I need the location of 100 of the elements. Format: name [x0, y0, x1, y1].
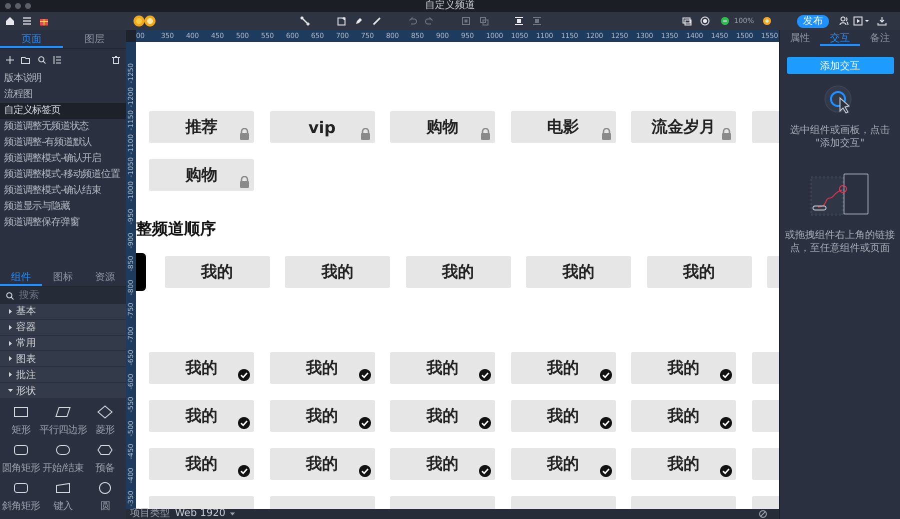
page-item[interactable]: 自定义标签页	[0, 102, 126, 119]
project-type-select[interactable]: Web 1920	[175, 509, 226, 519]
redo-icon[interactable]	[424, 16, 434, 26]
input-shape-icon[interactable]	[55, 480, 71, 495]
sort-icon[interactable]	[53, 56, 61, 64]
zoom-out-icon[interactable]	[721, 17, 729, 25]
category-item[interactable]: 基本	[16, 304, 36, 318]
connector-icon[interactable]	[300, 16, 310, 26]
add-icon[interactable]	[6, 56, 14, 64]
channel-chip[interactable]: 流金岁月	[631, 111, 736, 143]
channel-chip[interactable]: 我的	[390, 400, 495, 432]
pencil-icon[interactable]	[372, 16, 382, 26]
download-icon[interactable]	[877, 16, 888, 26]
gift-icon[interactable]	[39, 16, 49, 26]
channel-chip[interactable]: 我的	[631, 352, 736, 384]
channel-chip[interactable]: 我的	[149, 352, 254, 384]
people-icon[interactable]	[839, 16, 850, 26]
channel-chip[interactable]: 我的	[149, 400, 254, 432]
channel-chip[interactable]: 我的	[510, 352, 616, 384]
group-icon[interactable]	[461, 16, 471, 26]
channel-chip[interactable]: 我的	[285, 256, 390, 288]
channel-chip[interactable]: vip	[270, 111, 374, 143]
channel-chip[interactable]: 我的	[406, 256, 510, 288]
channel-chip[interactable]: 我的	[526, 256, 631, 288]
caret-icon[interactable]	[8, 324, 13, 330]
page-item[interactable]: 频道调整保存弹窗	[0, 214, 126, 231]
channel-chip[interactable]: 我的	[270, 400, 374, 432]
align-top-icon[interactable]	[514, 16, 524, 26]
page-item[interactable]: 版本说明	[0, 70, 126, 87]
undo-icon[interactable]	[408, 16, 418, 26]
channel-chip[interactable]: 我的	[390, 352, 495, 384]
caret-icon[interactable]	[8, 340, 13, 346]
channel-chip[interactable]: 购物	[149, 159, 254, 191]
rounded-rectangle-icon[interactable]	[13, 442, 29, 457]
target-icon[interactable]	[700, 16, 710, 26]
channel-chip[interactable]: 我的	[510, 448, 616, 480]
lock-icon	[360, 128, 370, 140]
page-item[interactable]: 频道调整模式-移动频道位置	[0, 166, 126, 183]
channel-chip[interactable]: 电影	[510, 111, 616, 143]
panel-tab[interactable]: 资源	[84, 268, 126, 286]
channel-chip[interactable]: 我的	[164, 256, 270, 288]
channel-chip[interactable]: 我的	[270, 352, 374, 384]
panel-tab[interactable]: 交互	[820, 30, 860, 46]
panel-tab[interactable]: 属性	[780, 30, 820, 46]
page-item[interactable]: 频道显示与隐藏	[0, 198, 126, 215]
caret-icon[interactable]	[865, 19, 870, 23]
caret-icon[interactable]	[8, 356, 13, 362]
channel-chip[interactable]: 我的	[631, 400, 736, 432]
avatar-icon[interactable]	[144, 15, 156, 27]
page-item[interactable]: 频道调整-有频道默认	[0, 134, 126, 151]
channel-chip[interactable]: 我的	[270, 448, 374, 480]
category-item[interactable]: 常用	[16, 336, 36, 350]
page-item[interactable]: 流程图	[0, 86, 126, 103]
align-bottom-icon[interactable]	[532, 16, 542, 26]
avatar-icon[interactable]	[133, 15, 145, 27]
pen-icon[interactable]	[354, 16, 364, 26]
pill-icon[interactable]	[55, 442, 71, 457]
ungroup-icon[interactable]	[479, 16, 489, 26]
add-page-icon[interactable]	[337, 16, 347, 26]
channel-chip[interactable]: 我的	[510, 400, 616, 432]
category-item[interactable]: 图表	[16, 352, 36, 366]
panel-tab[interactable]: 页面	[0, 30, 63, 48]
panel-tab[interactable]: 图层	[63, 30, 126, 48]
caret-icon[interactable]	[8, 388, 13, 394]
chip-label: 我的	[668, 406, 700, 426]
page-item[interactable]: 频道调整模式-确认开启	[0, 150, 126, 167]
trash-icon[interactable]	[112, 56, 120, 64]
panel-tab[interactable]: 备注	[860, 30, 900, 46]
channel-chip[interactable]: 购物	[390, 111, 495, 143]
channel-chip[interactable]: 我的	[149, 448, 254, 480]
category-item[interactable]: 批注	[16, 368, 36, 382]
page-item[interactable]: 频道调整无频道状态	[0, 118, 126, 135]
search-box[interactable]: 搜索	[0, 287, 126, 304]
category-item[interactable]: 容器	[16, 320, 36, 334]
rectangle-icon[interactable]	[13, 404, 29, 419]
panel-tab[interactable]: 组件	[0, 268, 42, 286]
home-icon[interactable]	[5, 16, 15, 26]
channel-chip[interactable]: 我的	[646, 256, 752, 288]
parallelogram-icon[interactable]	[55, 404, 71, 419]
screen-icon[interactable]	[682, 16, 692, 26]
add-folder-icon[interactable]	[21, 56, 31, 64]
caret-icon[interactable]	[230, 512, 236, 516]
circle-icon[interactable]	[97, 480, 113, 495]
caret-icon[interactable]	[8, 372, 13, 378]
page-item[interactable]: 频道调整模式-确认结束	[0, 182, 126, 199]
play-icon[interactable]	[853, 16, 864, 26]
panel-tab[interactable]: 图标	[42, 268, 84, 286]
no-entry-icon[interactable]	[759, 510, 767, 518]
channel-chip[interactable]: 我的	[631, 448, 736, 480]
hexagon-icon[interactable]	[97, 442, 113, 457]
search-icon[interactable]	[38, 56, 46, 64]
search-field[interactable]: 搜索	[19, 290, 120, 302]
category-item[interactable]: 形状	[16, 384, 36, 398]
channel-chip[interactable]: 我的	[390, 448, 495, 480]
caret-icon[interactable]	[8, 308, 13, 314]
zoom-in-icon[interactable]	[763, 17, 772, 25]
diamond-icon[interactable]	[97, 404, 113, 419]
menu-icon[interactable]	[22, 16, 32, 26]
rounded-rectangle-icon[interactable]	[13, 480, 29, 495]
channel-chip[interactable]: 推荐	[149, 111, 254, 143]
